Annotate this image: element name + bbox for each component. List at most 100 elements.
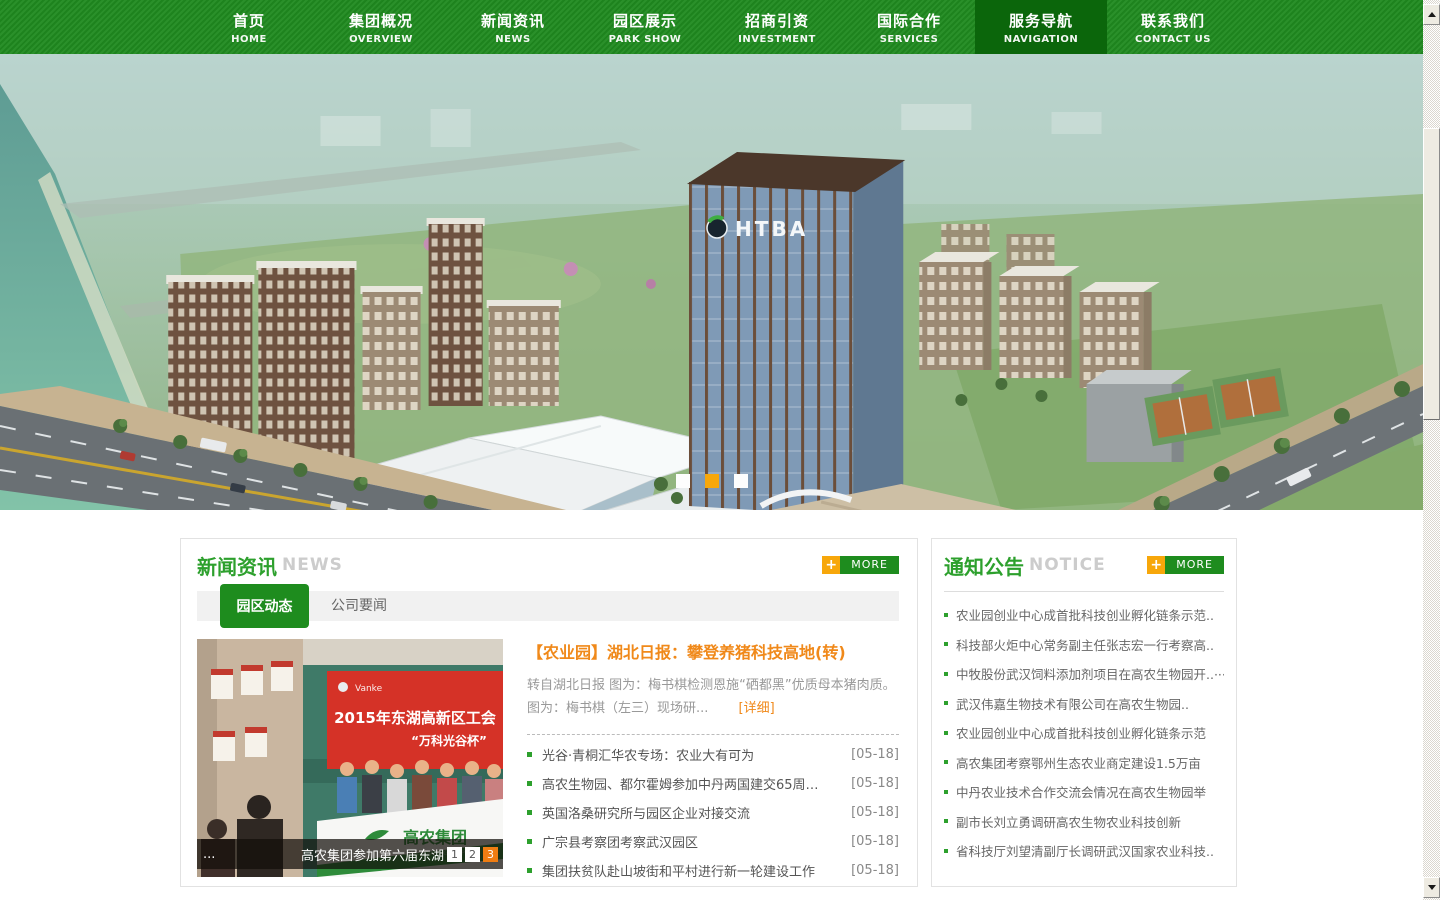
bullet-icon: [527, 781, 532, 786]
news-list-item: 广宗县考察团考察武汉园区 [05-18]: [527, 827, 899, 856]
photo-caption: 高农集团参加第六届东湖: [301, 845, 444, 864]
notice-link[interactable]: 农业园创业中心成首批科技创业孵化链条示范..: [956, 605, 1214, 624]
news-list-item: 集团扶贫队赴山坡街和平村进行新一轮建设工作 [05-18]: [527, 856, 899, 885]
notice-link[interactable]: 省科技厅刘望清副厅长调研武汉国家农业科技..: [956, 841, 1214, 860]
notice-item: 科技部火炬中心常务副主任张志宏一行考察高..: [944, 630, 1224, 660]
news-link[interactable]: 集团扶贫队赴山坡街和平村进行新一轮建设工作: [542, 861, 815, 880]
hero-main-tower: HTBA: [687, 152, 905, 510]
bullet-icon: [527, 752, 532, 757]
news-link[interactable]: 广宗县考察团考察武汉园区: [542, 832, 698, 851]
nav-label-en: CONTACT US: [1135, 34, 1211, 45]
nav-label-zh: 园区展示: [613, 10, 677, 31]
caption-prefix: ...: [203, 847, 301, 862]
photo-page-2[interactable]: 2: [465, 847, 480, 862]
bullet-icon: [527, 839, 532, 844]
photo-banner: Vanke 2015年东湖高新区工会 “万科光谷杯”: [327, 671, 503, 769]
notice-link[interactable]: 中牧股份武汉饲料添加剂项目在高农生物园开..···: [956, 664, 1224, 683]
news-header: 新闻资讯 NEWS + MORE: [197, 551, 899, 579]
news-date: [05-18]: [843, 805, 899, 820]
news-tabbar: 园区动态 公司要闻: [197, 591, 899, 621]
notice-link[interactable]: 科技部火炬中心常务副主任张志宏一行考察高..: [956, 635, 1214, 654]
news-body: Vanke 2015年东湖高新区工会 “万科光谷杯”: [197, 639, 899, 885]
nav-label-zh: 联系我们: [1141, 10, 1205, 31]
scrollbar-up-button[interactable]: [1423, 4, 1440, 25]
news-link[interactable]: 高农生物园、都尔霍姆参加中丹两国建交65周…: [542, 774, 819, 793]
bullet-icon: [944, 760, 948, 764]
news-link[interactable]: 光谷·青桐汇华农专场：农业大有可为: [542, 745, 754, 764]
bullet-icon: [944, 849, 948, 853]
notice-item: 高农集团考察鄂州生态农业商定建设1.5万亩: [944, 748, 1224, 778]
plus-icon: +: [1147, 556, 1165, 574]
news-date: [05-18]: [843, 747, 899, 762]
featured-article-title[interactable]: 【农业园】湖北日报：攀登养猪科技高地(转): [527, 639, 899, 663]
notice-divider: [944, 591, 1224, 592]
more-label: MORE: [1165, 556, 1224, 574]
notice-link[interactable]: 高农集团考察鄂州生态农业商定建设1.5万亩: [956, 753, 1201, 772]
notice-title-zh: 通知公告: [944, 551, 1024, 580]
nav-label-en: SERVICES: [880, 34, 939, 45]
notice-title-en: NOTICE: [1029, 555, 1106, 575]
tab-park-news[interactable]: 园区动态: [220, 584, 309, 628]
nav-item-home[interactable]: 首页 HOME: [183, 0, 315, 54]
nav-label-en: OVERVIEW: [349, 34, 413, 45]
nav-item-services[interactable]: 国际合作 SERVICES: [843, 0, 975, 54]
photo-page-1[interactable]: 1: [447, 847, 462, 862]
notice-panel: 通知公告 NOTICE + MORE 农业园创业中心成首批科技创业孵化链条示范.…: [931, 538, 1237, 887]
news-list-item: 英国洛桑研究所与园区企业对接交流 [05-18]: [527, 798, 899, 827]
news-featured-column: 【农业园】湖北日报：攀登养猪科技高地(转) 转自湖北日报 图为：梅书棋检测恩施“…: [527, 639, 899, 885]
hero-illustration: HTBA: [0, 54, 1423, 510]
news-title-en: NEWS: [282, 555, 343, 575]
carousel-dot-1[interactable]: [676, 474, 690, 488]
bullet-icon: [944, 731, 948, 735]
nav-item-overview[interactable]: 集团概况 OVERVIEW: [315, 0, 447, 54]
nav-label-en: HOME: [231, 34, 267, 45]
news-link[interactable]: 英国洛桑研究所与园区企业对接交流: [542, 803, 750, 822]
news-list: 光谷·青桐汇华农专场：农业大有可为 [05-18] 高农生物园、都尔霍姆参加中丹…: [527, 740, 899, 885]
news-date: [05-18]: [843, 834, 899, 849]
news-more-button[interactable]: + MORE: [822, 556, 899, 574]
nav-label-zh: 首页: [233, 10, 265, 31]
nav-item-investment[interactable]: 招商引资 INVESTMENT: [711, 0, 843, 54]
bullet-icon: [944, 701, 948, 705]
notice-link[interactable]: 副市长刘立勇调研高农生物农业科技创新: [956, 812, 1181, 831]
excerpt-text: 转自湖北日报 图为：梅书棋检测恩施“硒都黑”优质母本猪肉质。 图为：梅书棋（左三…: [527, 678, 896, 716]
detail-link[interactable]: [详细]: [739, 701, 775, 716]
notice-item: 农业园创业中心成首批科技创业孵化链条示范..: [944, 600, 1224, 630]
scrollbar-down-button[interactable]: [1423, 877, 1440, 898]
nav-item-contact[interactable]: 联系我们 CONTACT US: [1107, 0, 1239, 54]
news-date: [05-18]: [843, 863, 899, 878]
nav-item-news[interactable]: 新闻资讯 NEWS: [447, 0, 579, 54]
notice-link[interactable]: 中丹农业技术合作交流会情况在高农生物园举: [956, 782, 1206, 801]
arrow-down-icon: [1428, 885, 1436, 890]
main-content: 新闻资讯 NEWS + MORE 园区动态 公司要闻: [180, 538, 1237, 887]
notice-item: 中牧股份武汉饲料添加剂项目在高农生物园开..···: [944, 659, 1224, 689]
tab-company-news[interactable]: 公司要闻: [331, 591, 387, 621]
notice-item: 省科技厅刘望清副厅长调研武汉国家农业科技..: [944, 836, 1224, 866]
plus-icon: +: [822, 556, 840, 574]
notice-link[interactable]: 武汉伟嘉生物技术有限公司在高农生物园..: [956, 694, 1189, 713]
photo-page-3[interactable]: 3: [483, 847, 498, 862]
carousel-dot-3[interactable]: [734, 474, 748, 488]
notice-list: 农业园创业中心成首批科技创业孵化链条示范.. 科技部火炬中心常务副主任张志宏一行…: [944, 600, 1224, 866]
scrollbar-thumb[interactable]: [1423, 128, 1440, 420]
notice-link[interactable]: 农业园创业中心成首批科技创业孵化链条示范: [956, 723, 1206, 742]
dashed-divider: [527, 734, 899, 735]
nav-label-zh: 服务导航: [1009, 10, 1073, 31]
banner-brand: Vanke: [355, 684, 383, 694]
bullet-icon: [944, 819, 948, 823]
nav-label-en: INVESTMENT: [738, 34, 816, 45]
page-viewport: 首页 HOME 集团概况 OVERVIEW 新闻资讯 NEWS 园区展示 PAR…: [0, 0, 1423, 900]
vertical-scrollbar[interactable]: [1423, 0, 1440, 900]
bullet-icon: [944, 613, 948, 617]
bullet-icon: [944, 790, 948, 794]
carousel-dot-2[interactable]: [705, 474, 719, 488]
more-label: MORE: [840, 556, 899, 574]
nav-item-park-show[interactable]: 园区展示 PARK SHOW: [579, 0, 711, 54]
news-photo-slideshow[interactable]: Vanke 2015年东湖高新区工会 “万科光谷杯”: [197, 639, 503, 877]
nav-item-navigation[interactable]: 服务导航 NAVIGATION: [975, 0, 1107, 54]
banner-line1: 2015年东湖高新区工会: [334, 709, 496, 727]
notice-item: 副市长刘立勇调研高农生物农业科技创新: [944, 807, 1224, 837]
notice-more-button[interactable]: + MORE: [1147, 556, 1224, 574]
nav-label-zh: 集团概况: [349, 10, 413, 31]
hero-building-sign: HTBA: [735, 217, 808, 241]
